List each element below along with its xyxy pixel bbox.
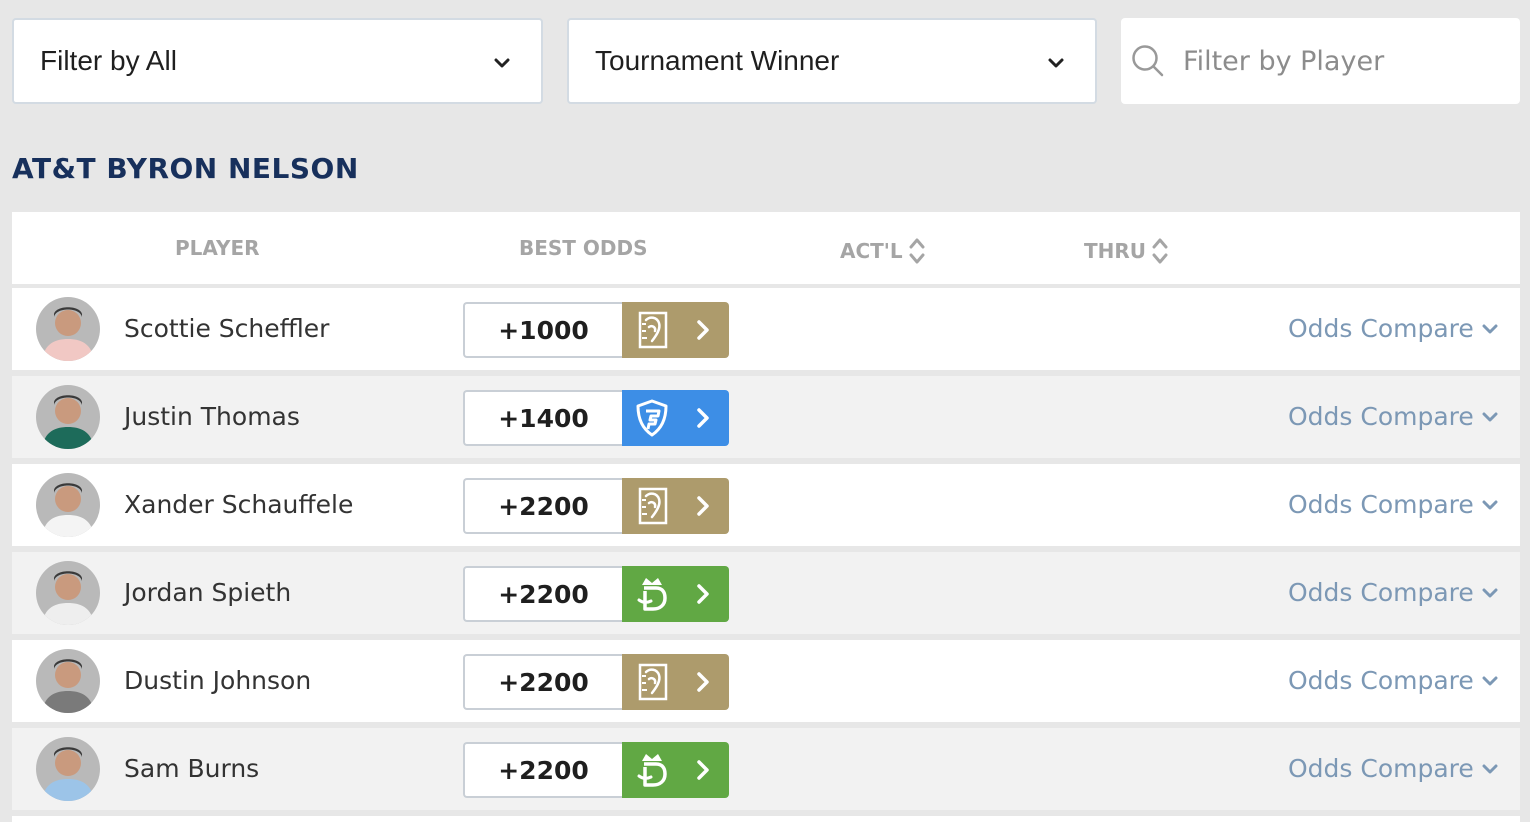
- player-avatar: [36, 385, 100, 449]
- table-row: Sam Burns +2200 Odds Compare: [12, 728, 1520, 810]
- best-odds-value[interactable]: +2200: [463, 478, 622, 534]
- column-header-actl-label: ACT'L: [840, 239, 903, 263]
- table-row-partial: [12, 816, 1520, 822]
- chevron-right-icon: [697, 320, 709, 340]
- filter-all-dropdown[interactable]: Filter by All: [12, 18, 543, 104]
- best-odds-value[interactable]: +2200: [463, 654, 622, 710]
- odds-compare-toggle[interactable]: Odds Compare: [1288, 578, 1498, 607]
- chevron-down-icon: [1482, 676, 1498, 685]
- sportsbook-bet-button[interactable]: [622, 742, 729, 798]
- table-row: Xander Schauffele +2200 Odds Compare: [12, 464, 1520, 546]
- search-icon: [1132, 45, 1164, 77]
- event-title: AT&T BYRON NELSON: [12, 152, 359, 185]
- market-label: Tournament Winner: [595, 45, 840, 76]
- column-header-thru-label: THRU: [1084, 239, 1147, 263]
- chevron-down-icon: [1482, 412, 1498, 421]
- filter-all-label: Filter by All: [40, 45, 177, 76]
- best-odds-value[interactable]: +1000: [463, 302, 622, 358]
- player-name: Sam Burns: [124, 754, 260, 783]
- player-avatar: [36, 737, 100, 801]
- chevron-right-icon: [697, 584, 709, 604]
- filter-bar: Filter by All Tournament Winner: [12, 18, 1520, 104]
- fanduel-shield-icon: [636, 399, 668, 437]
- chevron-down-icon: [1482, 588, 1498, 597]
- odds-compare-label: Odds Compare: [1288, 754, 1474, 783]
- betmgm-lion-icon: [638, 663, 668, 701]
- player-name: Jordan Spieth: [124, 578, 292, 607]
- odds-compare-toggle[interactable]: Odds Compare: [1288, 666, 1498, 695]
- market-dropdown[interactable]: Tournament Winner: [567, 18, 1097, 104]
- table-row: Dustin Johnson +2200 Odds Compare: [12, 640, 1520, 722]
- chevron-down-icon: [1482, 500, 1498, 509]
- best-odds-value[interactable]: +1400: [463, 390, 622, 446]
- sort-icon: [909, 238, 925, 264]
- column-header-thru[interactable]: THRU: [1084, 236, 1168, 266]
- player-name: Dustin Johnson: [124, 666, 312, 695]
- betmgm-lion-icon: [638, 487, 668, 525]
- odds-compare-label: Odds Compare: [1288, 314, 1474, 343]
- sportsbook-bet-button[interactable]: [622, 478, 729, 534]
- odds-compare-toggle[interactable]: Odds Compare: [1288, 402, 1498, 431]
- chevron-right-icon: [697, 760, 709, 780]
- odds-compare-toggle[interactable]: Odds Compare: [1288, 490, 1498, 519]
- table-row: Jordan Spieth +2200 Odds Compare: [12, 552, 1520, 634]
- player-name: Xander Schauffele: [124, 490, 354, 519]
- table-row: Justin Thomas +1400 Odds Compare: [12, 376, 1520, 458]
- chevron-down-icon: [1482, 764, 1498, 773]
- sportsbook-bet-button[interactable]: [622, 302, 729, 358]
- table-header: PLAYER BEST ODDS ACT'L THRU: [12, 212, 1520, 284]
- column-header-actl[interactable]: ACT'L: [840, 236, 925, 266]
- best-odds-value[interactable]: +2200: [463, 742, 622, 798]
- chevron-right-icon: [697, 496, 709, 516]
- odds-compare-label: Odds Compare: [1288, 490, 1474, 519]
- odds-compare-label: Odds Compare: [1288, 666, 1474, 695]
- column-header-player: PLAYER: [175, 236, 260, 260]
- player-avatar: [36, 297, 100, 361]
- player-avatar: [36, 561, 100, 625]
- odds-compare-label: Odds Compare: [1288, 578, 1474, 607]
- best-odds-value[interactable]: +2200: [463, 566, 622, 622]
- player-name: Justin Thomas: [124, 402, 300, 431]
- column-header-best-odds: BEST ODDS: [519, 236, 648, 260]
- table-row: Scottie Scheffler +1000 Odds Compare: [12, 288, 1520, 370]
- sort-icon: [1152, 238, 1168, 264]
- odds-compare-toggle[interactable]: Odds Compare: [1288, 314, 1498, 343]
- draftkings-crown-icon: [637, 578, 667, 611]
- sportsbook-bet-button[interactable]: [622, 654, 729, 710]
- sportsbook-bet-button[interactable]: [622, 566, 729, 622]
- sportsbook-bet-button[interactable]: [622, 390, 729, 446]
- chevron-right-icon: [697, 408, 709, 428]
- draftkings-crown-icon: [637, 754, 667, 787]
- chevron-down-icon: [494, 58, 510, 68]
- player-avatar: [36, 473, 100, 537]
- betmgm-lion-icon: [638, 311, 668, 349]
- player-search: [1121, 18, 1520, 104]
- player-name: Scottie Scheffler: [124, 314, 330, 343]
- chevron-down-icon: [1482, 324, 1498, 333]
- player-avatar: [36, 649, 100, 713]
- chevron-right-icon: [697, 672, 709, 692]
- chevron-down-icon: [1048, 58, 1064, 68]
- odds-compare-label: Odds Compare: [1288, 402, 1474, 431]
- player-search-input[interactable]: [1183, 38, 1503, 84]
- odds-compare-toggle[interactable]: Odds Compare: [1288, 754, 1498, 783]
